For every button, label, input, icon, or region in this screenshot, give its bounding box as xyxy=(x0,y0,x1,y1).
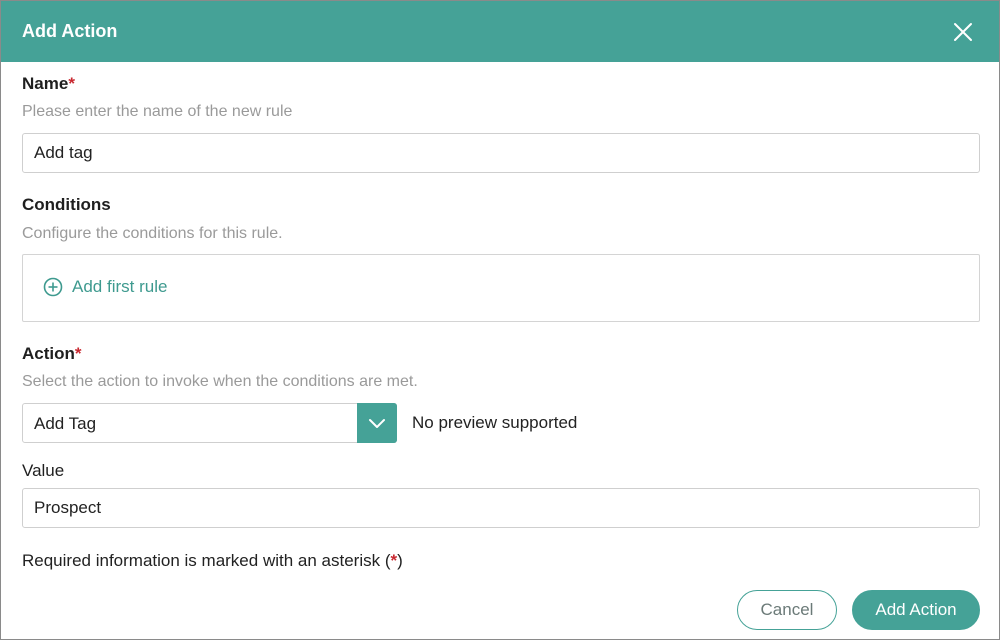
action-dropdown-button[interactable] xyxy=(357,403,397,443)
value-label: Value xyxy=(22,461,65,480)
name-input[interactable] xyxy=(22,133,980,173)
cancel-button[interactable]: Cancel xyxy=(737,590,837,630)
name-label: Name* xyxy=(22,74,75,93)
dialog-title: Add Action xyxy=(22,21,118,41)
conditions-label: Conditions xyxy=(22,195,111,214)
chevron-down-icon xyxy=(369,419,385,428)
action-select-value: Add Tag xyxy=(34,414,97,433)
close-icon xyxy=(954,23,972,41)
name-hint: Please enter the name of the new rule xyxy=(22,103,293,120)
required-asterisk: * xyxy=(68,74,75,93)
plus-circle-icon xyxy=(43,277,63,297)
close-button[interactable] xyxy=(951,20,975,44)
conditions-hint: Configure the conditions for this rule. xyxy=(22,225,283,242)
conditions-box: Add first rule xyxy=(22,254,980,322)
add-first-rule-button[interactable]: Add first rule xyxy=(43,277,167,297)
action-hint: Select the action to invoke when the con… xyxy=(22,373,418,390)
action-label: Action* xyxy=(22,344,82,363)
add-action-button[interactable]: Add Action xyxy=(852,590,980,630)
required-footnote: Required information is marked with an a… xyxy=(22,551,403,570)
preview-text: No preview supported xyxy=(412,413,578,432)
dialog-header: Add Action xyxy=(1,1,999,62)
action-select[interactable]: Add Tag xyxy=(22,403,397,443)
add-action-dialog: Add Action Name* Please enter the name o… xyxy=(0,0,1000,640)
value-input[interactable] xyxy=(22,488,980,528)
required-asterisk: * xyxy=(74,344,82,363)
add-first-rule-label: Add first rule xyxy=(72,277,168,296)
